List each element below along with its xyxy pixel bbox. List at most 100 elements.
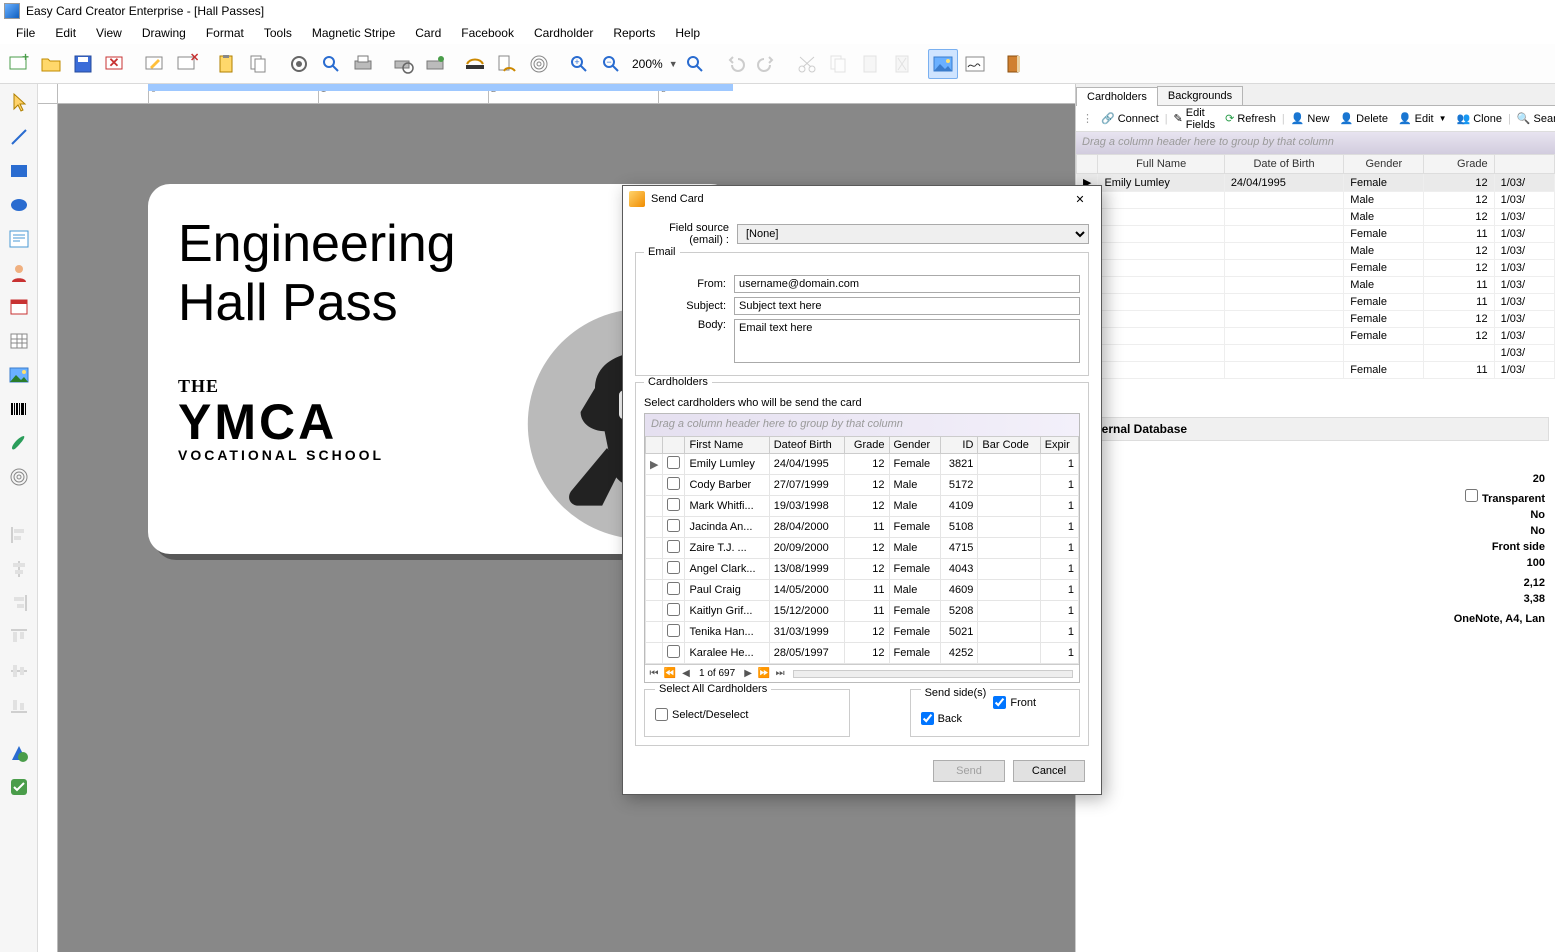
zoom-in-button[interactable]: +	[564, 49, 594, 79]
from-field[interactable]	[734, 275, 1080, 293]
table-row[interactable]: Female121/03/	[1077, 260, 1555, 277]
menu-help[interactable]: Help	[665, 24, 710, 42]
paste-clip-button[interactable]	[856, 49, 886, 79]
table-row[interactable]: Cody Barber27/07/199912Male51721	[646, 475, 1079, 496]
dialog-titlebar[interactable]: Send Card ✕	[623, 186, 1101, 212]
pager-prevpage-icon[interactable]: ⏪	[663, 668, 677, 679]
subject-field[interactable]	[734, 297, 1080, 315]
edit-cardholder-button[interactable]: 👤Edit▼	[1394, 110, 1451, 127]
rectangle-tool[interactable]	[4, 156, 34, 186]
cardholders-grid[interactable]: Full Name Date of Birth Gender Grade ▶Em…	[1076, 154, 1555, 379]
delete-button[interactable]	[888, 49, 918, 79]
undo-button[interactable]	[720, 49, 750, 79]
table-row[interactable]: 1/03/	[1077, 345, 1555, 362]
line-tool[interactable]	[4, 122, 34, 152]
table-row[interactable]: Mark Whitfi...19/03/199812Male41091	[646, 496, 1079, 517]
barcode-tool[interactable]	[4, 394, 34, 424]
menu-cardholder[interactable]: Cardholder	[524, 24, 603, 42]
col-extra[interactable]	[1494, 155, 1554, 174]
dcol-id[interactable]: ID	[940, 437, 978, 454]
date-tool[interactable]	[4, 292, 34, 322]
col-fullname[interactable]: Full Name	[1098, 155, 1224, 174]
table-row[interactable]: ▶Emily Lumley24/04/199512Female38211	[646, 454, 1079, 475]
pager-scrollbar[interactable]	[793, 670, 1073, 678]
delete-cardholder-button[interactable]: 👤Delete	[1335, 110, 1392, 127]
person-tool[interactable]	[4, 258, 34, 288]
pager-nextpage-icon[interactable]: ⏩	[757, 668, 771, 679]
menu-reports[interactable]: Reports	[603, 24, 665, 42]
col-grade[interactable]: Grade	[1424, 155, 1494, 174]
table-row[interactable]: Male121/03/	[1077, 209, 1555, 226]
row-checkbox[interactable]	[667, 561, 680, 574]
pager-next-icon[interactable]: ▶	[741, 668, 755, 679]
menu-file[interactable]: File	[6, 24, 45, 42]
pager-first-icon[interactable]: ⏮	[647, 668, 661, 679]
pager-prev-icon[interactable]: ◀	[679, 668, 693, 679]
table-row[interactable]: Paul Craig14/05/200011Male46091	[646, 580, 1079, 601]
new-cardholder-button[interactable]: 👤New	[1287, 110, 1334, 127]
front-checkbox[interactable]: Front	[993, 696, 1036, 709]
menu-magnetic-stripe[interactable]: Magnetic Stripe	[302, 24, 405, 42]
table-row[interactable]: Male121/03/	[1077, 192, 1555, 209]
col-dob[interactable]: Date of Birth	[1224, 155, 1343, 174]
ellipse-tool[interactable]	[4, 190, 34, 220]
align-bottom-tool[interactable]	[4, 690, 34, 720]
printer-options-button[interactable]	[420, 49, 450, 79]
shape-tool[interactable]	[4, 738, 34, 768]
select-tool[interactable]	[4, 88, 34, 118]
pager-last-icon[interactable]: ⏭	[773, 668, 787, 679]
exit-button[interactable]	[1000, 49, 1030, 79]
clone-cardholder-button[interactable]: 👥Clone	[1453, 110, 1506, 127]
row-checkbox[interactable]	[667, 624, 680, 637]
fingerprint-tool[interactable]	[4, 462, 34, 492]
print-preview-button[interactable]	[316, 49, 346, 79]
zoom-level[interactable]: 200%	[628, 57, 667, 71]
zoom-dropdown-icon[interactable]: ▼	[669, 59, 678, 69]
tab-backgrounds[interactable]: Backgrounds	[1157, 86, 1243, 105]
table-tool[interactable]	[4, 326, 34, 356]
row-checkbox[interactable]	[667, 519, 680, 532]
tab-cardholders[interactable]: Cardholders	[1076, 87, 1158, 106]
table-row[interactable]: Tenika Han...31/03/199912Female50211	[646, 622, 1079, 643]
row-checkbox[interactable]	[667, 498, 680, 511]
menu-card[interactable]: Card	[405, 24, 451, 42]
table-row[interactable]: Zaire T.J. ...20/09/200012Male47151	[646, 538, 1079, 559]
body-field[interactable]: Email text here	[734, 319, 1080, 363]
table-row[interactable]: Female111/03/	[1077, 294, 1555, 311]
field-source-select[interactable]: [None]	[737, 224, 1089, 244]
select-deselect-checkbox[interactable]: Select/Deselect	[655, 708, 748, 721]
align-middle-tool[interactable]	[4, 656, 34, 686]
menu-view[interactable]: View	[86, 24, 132, 42]
table-row[interactable]: Female121/03/	[1077, 311, 1555, 328]
dcol-gender[interactable]: Gender	[889, 437, 940, 454]
table-row[interactable]: ▶Emily Lumley24/04/1995Female121/03/	[1077, 174, 1555, 192]
align-top-tool[interactable]	[4, 622, 34, 652]
delete-design-button[interactable]: ✕	[172, 49, 202, 79]
menu-drawing[interactable]: Drawing	[132, 24, 196, 42]
send-button[interactable]: Send	[933, 760, 1005, 782]
table-row[interactable]: Karalee He...28/05/199712Female42521	[646, 643, 1079, 664]
check-tool[interactable]	[4, 772, 34, 802]
menu-facebook[interactable]: Facebook	[451, 24, 524, 42]
encode-page-button[interactable]	[492, 49, 522, 79]
paste-button[interactable]	[212, 49, 242, 79]
image-tool[interactable]	[4, 360, 34, 390]
table-row[interactable]: Angel Clark...13/08/199912Female40431	[646, 559, 1079, 580]
fingerprint-button[interactable]	[524, 49, 554, 79]
redo-button[interactable]	[752, 49, 782, 79]
prop-checkbox[interactable]	[1465, 489, 1478, 502]
row-checkbox[interactable]	[667, 477, 680, 490]
group-hint[interactable]: Drag a column header here to group by th…	[1076, 132, 1555, 154]
zoom-out-button[interactable]: −	[596, 49, 626, 79]
dialog-cardholders-grid[interactable]: First Name Dateof Birth Grade Gender ID …	[645, 436, 1079, 664]
col-gender[interactable]: Gender	[1344, 155, 1424, 174]
dcol-grade[interactable]: Grade	[845, 437, 889, 454]
signature-button[interactable]	[960, 49, 990, 79]
align-center-tool[interactable]	[4, 554, 34, 584]
toolbar-overflow-left-icon[interactable]: ⋮	[1080, 112, 1095, 125]
text-tool[interactable]	[4, 224, 34, 254]
cancel-button[interactable]: Cancel	[1013, 760, 1085, 782]
encode-button[interactable]	[460, 49, 490, 79]
copy-button[interactable]	[244, 49, 274, 79]
search-cardholder-button[interactable]: 🔍Search	[1513, 110, 1555, 127]
